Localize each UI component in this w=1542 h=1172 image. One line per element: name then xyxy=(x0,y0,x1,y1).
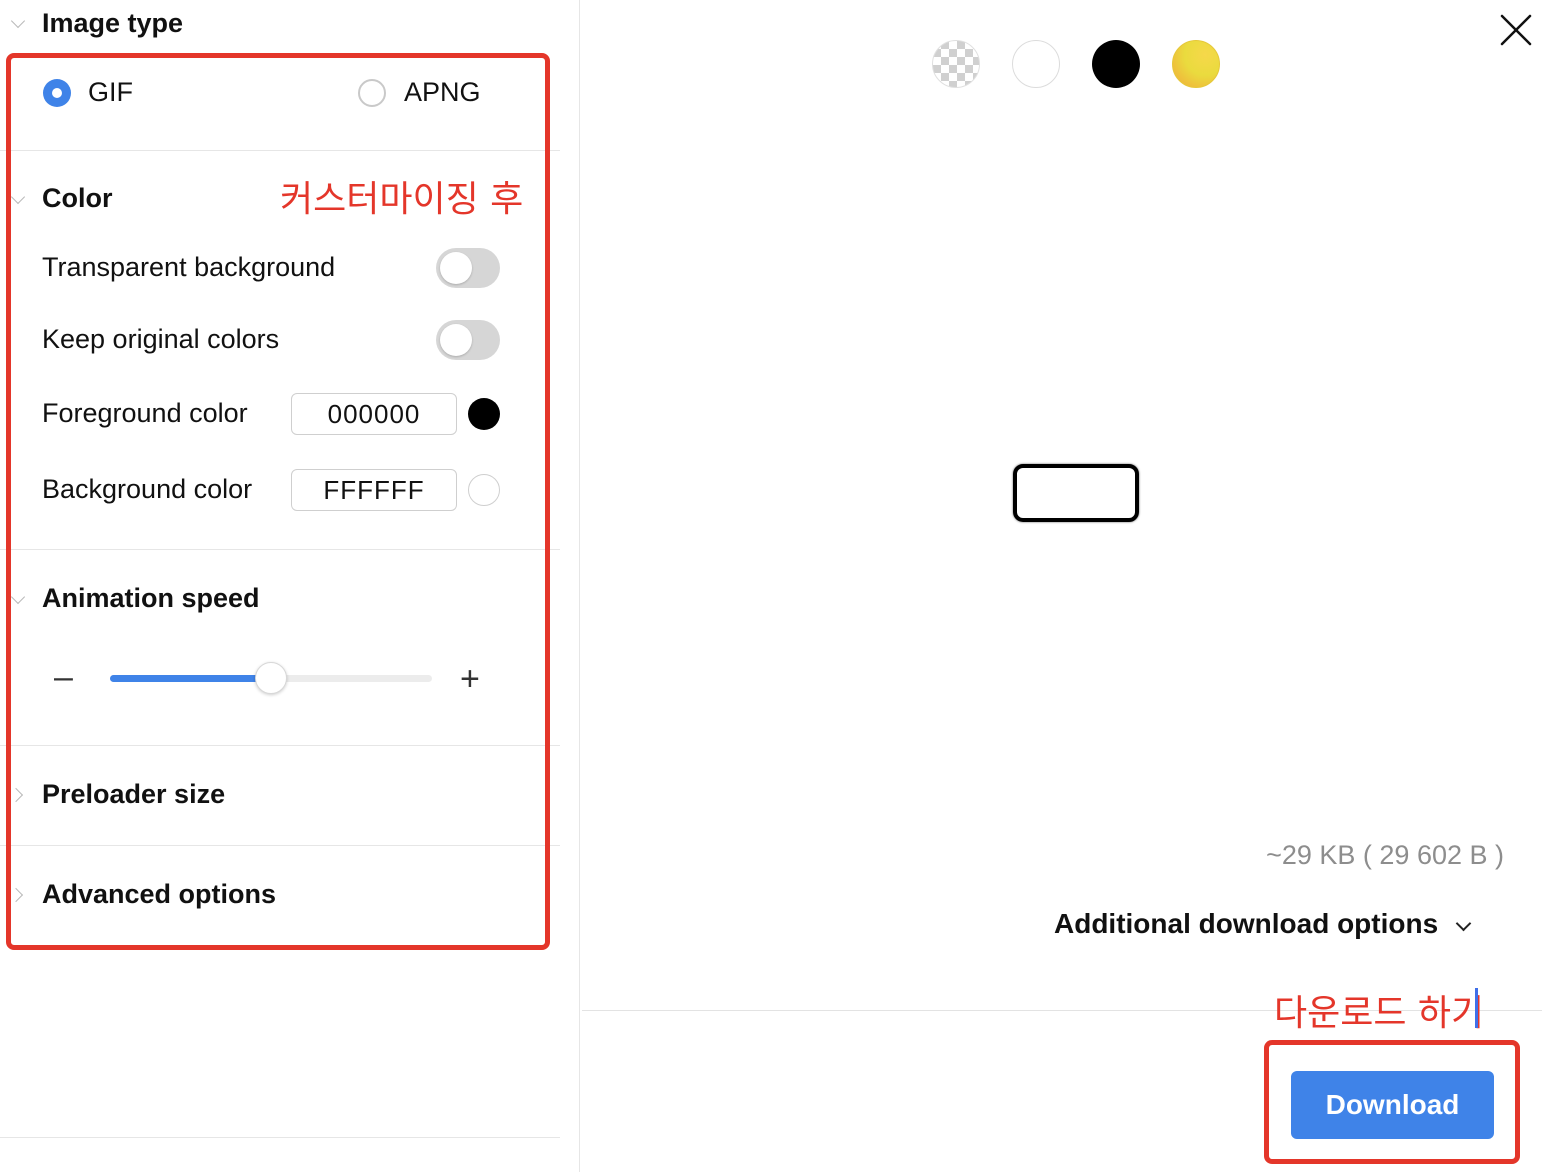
download-dialog: Image type GIF APNG Color Transparent ba… xyxy=(0,0,1542,1172)
file-size-readout: ~29 KB ( 29 602 B ) xyxy=(1266,840,1504,870)
foreground-color-label: Foreground color xyxy=(42,398,248,428)
keep-original-colors-toggle[interactable] xyxy=(436,320,500,360)
background-color-swatch[interactable] xyxy=(468,474,500,506)
section-title-preloader-size[interactable]: Preloader size xyxy=(42,779,225,810)
section-title-animation-speed[interactable]: Animation speed xyxy=(42,583,260,614)
toggle-knob xyxy=(440,324,472,356)
section-divider xyxy=(0,150,560,151)
radio-apng[interactable] xyxy=(358,79,386,107)
annotation-after-customizing: 커스터마이징 후 xyxy=(280,179,524,220)
chevron-down-icon[interactable] xyxy=(10,589,26,605)
annotation-download-label: 다운로드 하기 xyxy=(1274,993,1485,1034)
chevron-down-icon[interactable] xyxy=(10,189,26,205)
speed-slider[interactable] xyxy=(110,662,432,694)
background-color-label: Background color xyxy=(42,474,253,504)
foreground-color-swatch[interactable] xyxy=(468,398,500,430)
section-divider xyxy=(0,845,560,846)
background-color-input[interactable] xyxy=(291,469,457,511)
download-button[interactable]: Download xyxy=(1291,1071,1494,1139)
speed-slider-fill xyxy=(110,675,271,682)
close-button[interactable] xyxy=(1496,10,1536,50)
foreground-color-input[interactable] xyxy=(291,393,457,435)
toggle-knob xyxy=(440,252,472,284)
chevron-right-icon[interactable] xyxy=(8,887,24,903)
additional-download-options-toggle[interactable]: Additional download options xyxy=(1054,908,1438,940)
section-title-image-type[interactable]: Image type xyxy=(42,8,183,39)
preview-bg-black[interactable] xyxy=(1092,40,1140,88)
radio-gif[interactable] xyxy=(43,79,71,107)
preview-bg-white[interactable] xyxy=(1012,40,1060,88)
speed-slider-thumb[interactable] xyxy=(255,662,287,694)
section-divider xyxy=(0,1137,560,1138)
chevron-down-icon[interactable] xyxy=(10,13,26,29)
text-cursor xyxy=(1475,988,1478,1028)
preview-bg-transparent[interactable] xyxy=(932,40,980,88)
preloader-preview xyxy=(1013,464,1139,522)
chevron-right-icon[interactable] xyxy=(8,787,24,803)
radio-label-gif[interactable]: GIF xyxy=(88,77,133,108)
section-title-advanced-options[interactable]: Advanced options xyxy=(42,879,276,910)
radio-label-apng[interactable]: APNG xyxy=(404,77,481,108)
transparent-background-label: Transparent background xyxy=(42,252,336,282)
transparent-background-toggle[interactable] xyxy=(436,248,500,288)
preview-bg-gradient[interactable] xyxy=(1172,40,1220,88)
keep-original-colors-label: Keep original colors xyxy=(42,324,280,354)
section-title-color[interactable]: Color xyxy=(42,183,113,214)
close-icon xyxy=(1500,14,1532,46)
section-divider xyxy=(0,549,560,550)
speed-increase-button[interactable]: + xyxy=(460,662,480,696)
chevron-down-icon[interactable] xyxy=(1455,915,1472,932)
section-divider xyxy=(0,745,560,746)
speed-decrease-button[interactable]: – xyxy=(54,660,73,694)
